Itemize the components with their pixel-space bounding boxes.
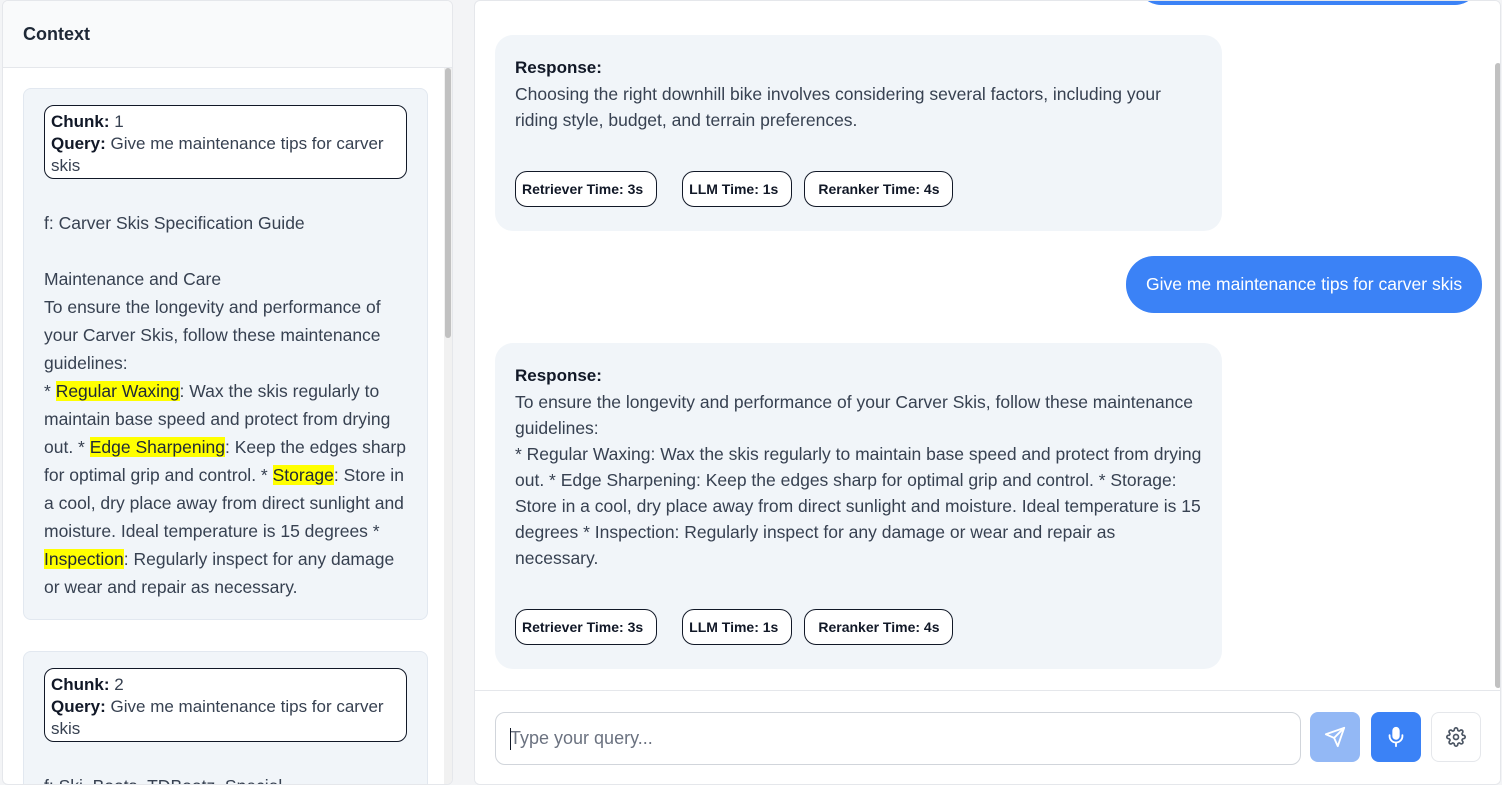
- chunk-text: f: Ski_Boots_TDBootz_Special: [44, 772, 407, 784]
- context-scrollbar[interactable]: [444, 68, 452, 784]
- chat-messages[interactable]: Response: Choosing the right downhill bi…: [475, 1, 1500, 690]
- chunk-text: f: Carver Skis Specification Guide Maint…: [44, 209, 407, 601]
- context-chunk-list[interactable]: Chunk: 1 Query: Give me maintenance tips…: [3, 68, 446, 784]
- reranker-time-badge: Reranker Time: 4s: [804, 171, 954, 207]
- chunk-label: Chunk:: [51, 112, 110, 131]
- chunk-card: Chunk: 2 Query: Give me maintenance tips…: [23, 651, 428, 784]
- chunk-source: f: Ski_Boots_TDBootz_Special: [44, 776, 282, 784]
- llm-time-badge: LLM Time: 1s: [682, 171, 793, 207]
- chat-scrollbar[interactable]: [1494, 1, 1500, 690]
- response-bubble: Response: Choosing the right downhill bi…: [495, 35, 1222, 231]
- retriever-time-badge: Retriever Time: 3s: [515, 609, 658, 645]
- chat-panel: Response: Choosing the right downhill bi…: [474, 0, 1501, 785]
- chunk-section: Maintenance and Care: [44, 269, 222, 289]
- context-header: Context: [3, 1, 452, 68]
- send-button[interactable]: [1310, 712, 1360, 762]
- highlight-term: Edge Sharpening: [89, 437, 225, 457]
- microphone-icon: [1388, 726, 1404, 748]
- query-input[interactable]: [495, 712, 1301, 765]
- response-label: Response:: [515, 58, 602, 77]
- user-message-bubble: Give me maintenance tips for carver skis: [1126, 256, 1483, 313]
- highlight-term: Inspection: [44, 549, 124, 569]
- response-text: To ensure the longevity and performance …: [515, 392, 1202, 568]
- chunk-meta: Chunk: 2 Query: Give me maintenance tips…: [44, 668, 407, 742]
- chunk-number: 1: [114, 112, 124, 131]
- send-icon: [1324, 726, 1346, 748]
- chunk-source: f: Carver Skis Specification Guide: [44, 213, 305, 233]
- query-label: Query:: [51, 697, 106, 716]
- response-text: Choosing the right downhill bike involve…: [515, 84, 1166, 130]
- context-scrollbar-thumb[interactable]: [445, 68, 451, 338]
- chunk-card: Chunk: 1 Query: Give me maintenance tips…: [23, 88, 428, 620]
- timing-badges: Retriever Time: 3s LLM Time: 1s Reranker…: [515, 171, 1202, 207]
- chunk-meta: Chunk: 1 Query: Give me maintenance tips…: [44, 105, 407, 179]
- chat-scrollbar-thumb[interactable]: [1495, 63, 1500, 688]
- retriever-time-badge: Retriever Time: 3s: [515, 171, 658, 207]
- response-label: Response:: [515, 366, 602, 385]
- reranker-time-badge: Reranker Time: 4s: [804, 609, 954, 645]
- highlight-term: Storage: [272, 465, 334, 485]
- bullet-prefix: *: [44, 381, 56, 401]
- text-caret: [510, 728, 511, 750]
- highlight-term: Regular Waxing: [55, 381, 180, 401]
- user-message-bubble-partial: [1137, 1, 1479, 5]
- llm-time-badge: LLM Time: 1s: [682, 609, 793, 645]
- microphone-button[interactable]: [1371, 712, 1421, 762]
- settings-button[interactable]: [1431, 712, 1481, 762]
- context-title: Context: [23, 23, 90, 44]
- timing-badges: Retriever Time: 3s LLM Time: 1s Reranker…: [515, 609, 1202, 645]
- gear-icon: [1446, 727, 1466, 747]
- chunk-label: Chunk:: [51, 675, 110, 694]
- context-panel: Context Chunk: 1 Query: Give me maintena…: [2, 0, 453, 785]
- chunk-number: 2: [114, 675, 124, 694]
- response-bubble: Response: To ensure the longevity and pe…: [495, 343, 1222, 669]
- chunk-intro: To ensure the longevity and performance …: [44, 297, 386, 373]
- query-label: Query:: [51, 134, 106, 153]
- input-bar: [475, 690, 1500, 784]
